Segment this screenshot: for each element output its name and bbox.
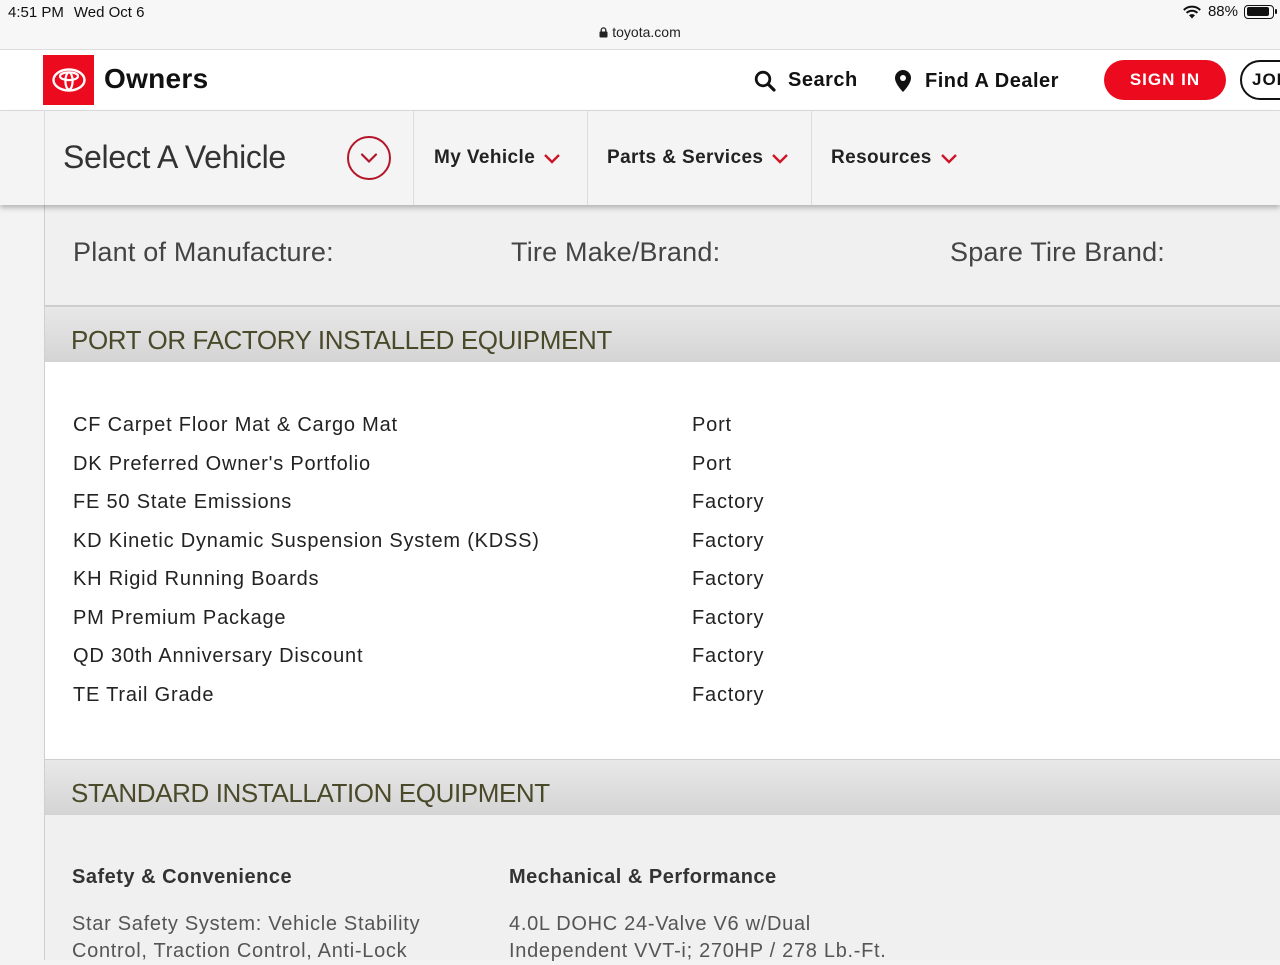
- status-bar: 4:51 PM Wed Oct 6 88% toyota.com: [0, 0, 1280, 50]
- column-text-line: 4.0L DOHC 24-Valve V6 w/Dual: [509, 913, 811, 935]
- vehicle-specs-row: Plant of Manufacture: Tire Make/Brand: S…: [45, 205, 1280, 306]
- search-icon: [754, 70, 776, 92]
- equipment-type: Port: [692, 414, 732, 436]
- column-text-line: Control, Traction Control, Anti-Lock: [72, 940, 408, 962]
- column-text: 4.0L DOHC 24-Valve V6 w/Dual Independent…: [509, 911, 929, 965]
- address-bar[interactable]: toyota.com: [0, 24, 1280, 40]
- column-heading: Safety & Convenience: [72, 866, 293, 888]
- tab-parts-services[interactable]: Parts & Services: [588, 111, 812, 205]
- section-title: STANDARD INSTALLATION EQUIPMENT: [71, 778, 550, 808]
- chevron-down-icon: [544, 154, 561, 164]
- search-label: Search: [788, 69, 858, 91]
- port-factory-section-header: PORT OR FACTORY INSTALLED EQUIPMENT: [45, 306, 1280, 362]
- chevron-down-icon: [772, 154, 789, 164]
- location-pin-icon: [895, 70, 911, 92]
- join-button[interactable]: JOI: [1240, 60, 1280, 100]
- select-vehicle-toggle[interactable]: [347, 136, 391, 180]
- equipment-name: DK Preferred Owner's Portfolio: [73, 452, 371, 475]
- owner-subnav: Select A Vehicle My Vehicle Parts & Serv…: [0, 111, 1280, 205]
- spec-spare-tire-label: Spare Tire Brand:: [950, 237, 1166, 267]
- vehicle-details-content: Plant of Manufacture: Tire Make/Brand: S…: [44, 205, 1280, 962]
- list-item: PM Premium Package Factory: [45, 607, 1280, 646]
- equipment-type: Factory: [692, 491, 765, 513]
- battery-percent: 88%: [1207, 3, 1238, 20]
- list-item: KH Rigid Running Boards Factory: [45, 568, 1280, 607]
- list-item: CF Carpet Floor Mat & Cargo Mat Port: [45, 414, 1280, 453]
- column-text-line: Independent VVT-i; 270HP / 278 Lb.-Ft.: [509, 940, 887, 962]
- select-vehicle-label: Select A Vehicle: [63, 139, 286, 175]
- column-text: Star Safety System: Vehicle Stability Co…: [72, 911, 452, 965]
- find-dealer-link[interactable]: Find A Dealer: [893, 69, 1059, 93]
- site-header: Owners Search Find A Dealer SIGN IN JOI: [0, 50, 1280, 111]
- select-vehicle-dropdown[interactable]: Select A Vehicle: [44, 111, 414, 205]
- standard-equipment-section-header: STANDARD INSTALLATION EQUIPMENT: [45, 759, 1280, 815]
- equipment-name: TE Trail Grade: [73, 683, 215, 706]
- dealer-label: Find A Dealer: [925, 69, 1059, 92]
- status-time: 4:51 PM Wed Oct 6: [8, 4, 144, 21]
- column-heading: Mechanical & Performance: [509, 866, 777, 888]
- equipment-type: Factory: [692, 606, 765, 629]
- standard-equipment-body: Safety & Convenience Star Safety System:…: [45, 815, 1280, 962]
- status-indicators: 88%: [1182, 3, 1277, 20]
- column-text-line: Star Safety System: Vehicle Stability: [72, 913, 421, 935]
- battery-icon: [1244, 4, 1277, 19]
- url-domain: toyota.com: [612, 24, 681, 40]
- tab-resources[interactable]: Resources: [812, 111, 982, 205]
- equipment-name: FE 50 State Emissions: [73, 491, 293, 513]
- section-title: PORT OR FACTORY INSTALLED EQUIPMENT: [71, 325, 612, 355]
- battery-fill: [1246, 7, 1269, 16]
- equipment-list: CF Carpet Floor Mat & Cargo Mat Port DK P…: [45, 414, 1280, 722]
- tab-parts-services-label: Parts & Services: [607, 147, 764, 168]
- equipment-type: Factory: [692, 683, 765, 706]
- clock: 4:51 PM: [8, 4, 64, 21]
- date: Wed Oct 6: [73, 4, 145, 21]
- chevron-down-icon: [940, 154, 957, 164]
- list-item: DK Preferred Owner's Portfolio Port: [45, 453, 1280, 492]
- list-item: FE 50 State Emissions Factory: [45, 491, 1280, 530]
- equipment-name: KH Rigid Running Boards: [73, 568, 320, 590]
- toyota-logo[interactable]: [43, 55, 94, 105]
- equipment-name: CF Carpet Floor Mat & Cargo Mat: [73, 414, 398, 436]
- equipment-name: PM Premium Package: [73, 606, 287, 629]
- equipment-type: Factory: [692, 645, 765, 667]
- chevron-down-icon: [360, 153, 378, 164]
- wifi-icon: [1183, 5, 1201, 18]
- equipment-type: Factory: [692, 568, 765, 590]
- list-item: KD Kinetic Dynamic Suspension System (KD…: [45, 530, 1280, 569]
- tab-my-vehicle-label: My Vehicle: [434, 147, 536, 168]
- lock-icon: [599, 27, 608, 38]
- spec-plant-label: Plant of Manufacture:: [73, 237, 334, 267]
- tab-my-vehicle[interactable]: My Vehicle: [415, 111, 588, 205]
- toyota-emblem-icon: [51, 68, 86, 92]
- equipment-name: KD Kinetic Dynamic Suspension System (KD…: [73, 529, 540, 552]
- spec-tire-label: Tire Make/Brand:: [511, 237, 721, 267]
- list-item: QD 30th Anniversary Discount Factory: [45, 645, 1280, 684]
- list-item: TE Trail Grade Factory: [45, 684, 1280, 723]
- tab-resources-label: Resources: [831, 147, 932, 168]
- search-link[interactable]: Search: [754, 69, 858, 92]
- equipment-name: QD 30th Anniversary Discount: [73, 645, 364, 667]
- equipment-type: Factory: [692, 529, 765, 552]
- brand-title[interactable]: Owners: [104, 63, 209, 95]
- sign-in-button[interactable]: SIGN IN: [1104, 60, 1226, 100]
- equipment-type: Port: [692, 452, 732, 475]
